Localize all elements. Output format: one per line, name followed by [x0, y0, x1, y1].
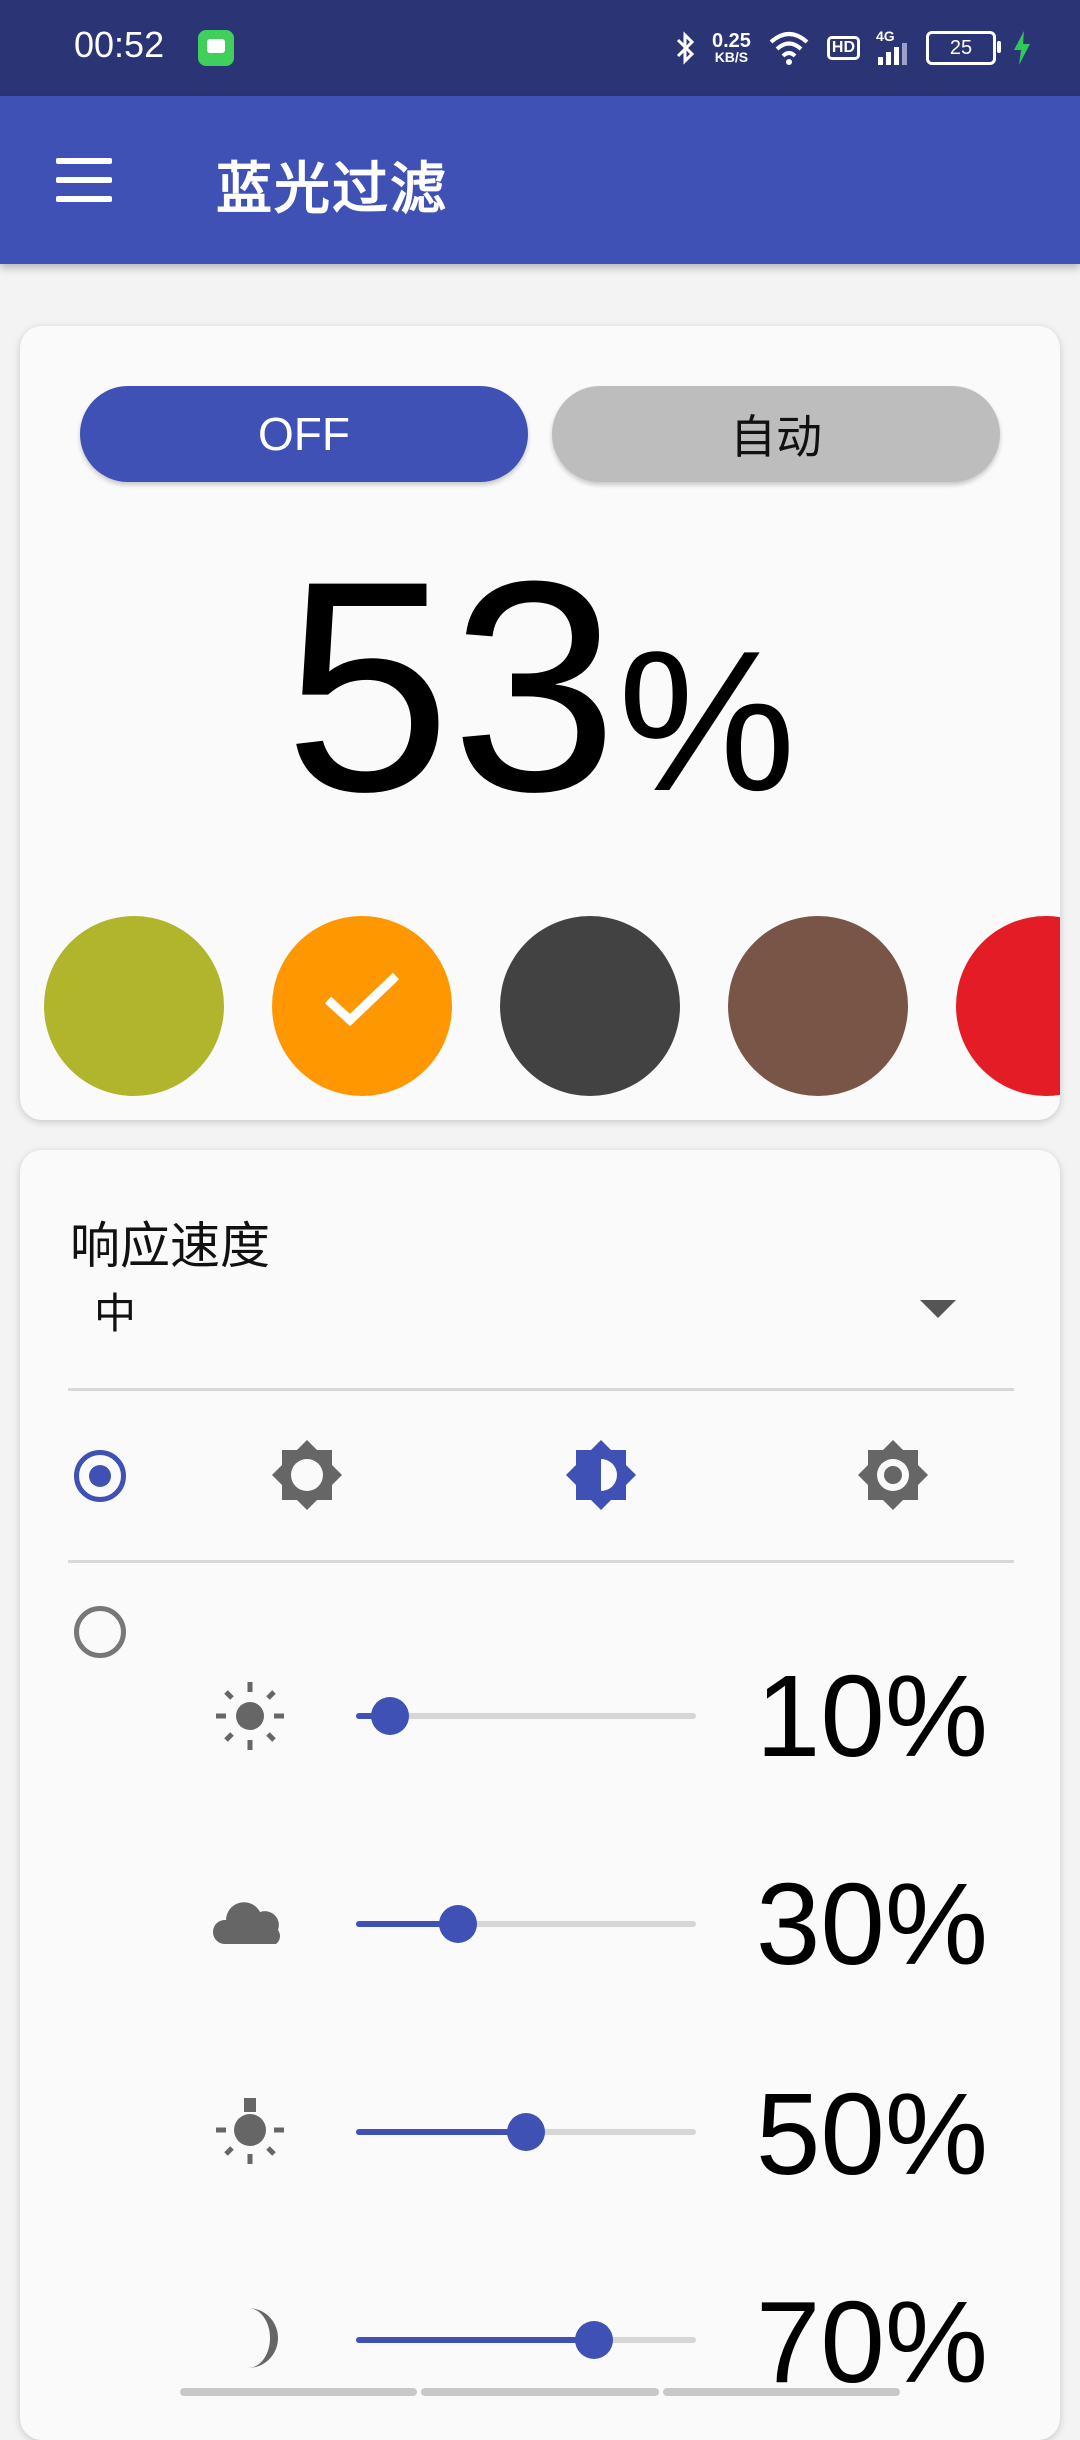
color-swatch-1[interactable] [44, 916, 224, 1096]
net-speed-unit: KB/S [714, 49, 749, 65]
brightness-medium-icon[interactable] [566, 1440, 636, 1510]
chevron-down-icon[interactable] [920, 1300, 956, 1318]
network-type: 4G [876, 28, 895, 44]
signal-indicator: 4G [876, 29, 910, 67]
battery-indicator: 25 [926, 31, 1001, 65]
intensity-value: 53 [284, 518, 618, 854]
slider-fill [356, 2129, 526, 2135]
lamp-icon [216, 2098, 284, 2164]
sun-value: 10% [755, 1651, 988, 1781]
bluetooth-icon [676, 31, 695, 65]
status-icons: 0.25 KB/S HD 4G 25 [674, 22, 1032, 74]
moon-value: 70% [755, 2277, 988, 2407]
cloud-value: 30% [755, 1859, 988, 1989]
slider-thumb[interactable] [371, 1697, 409, 1735]
battery-level: 25 [949, 36, 973, 59]
page-title: 蓝光过滤 [216, 157, 448, 222]
sun-slider[interactable] [356, 1697, 696, 1735]
hd-badge: HD [826, 36, 860, 60]
color-swatch-3[interactable] [500, 916, 680, 1096]
color-swatch-4[interactable] [728, 916, 908, 1096]
intensity-display: 53% [20, 536, 1060, 836]
menu-icon[interactable] [56, 158, 112, 202]
net-speed: 0.25 KB/S [711, 30, 751, 65]
divider [68, 1560, 1014, 1563]
response-speed-select[interactable]: 中 [94, 1280, 136, 1341]
sun-icon [216, 1682, 284, 1750]
slider-thumb[interactable] [575, 2321, 613, 2359]
response-speed-label: 响应速度 [70, 1217, 270, 1275]
cloud-slider[interactable] [356, 1905, 696, 1943]
lamp-value: 50% [755, 2069, 988, 2199]
slider-thumb[interactable] [439, 1905, 477, 1943]
mode-radio-selected[interactable] [74, 1450, 126, 1502]
brightness-high-icon[interactable] [858, 1440, 928, 1510]
status-time: 00:52 [74, 24, 165, 65]
divider [68, 1388, 1014, 1391]
message-app-icon [198, 30, 234, 66]
status-bar: 00:52 0.25 KB/S HD 4G 25 [0, 0, 1080, 96]
lamp-slider[interactable] [356, 2113, 696, 2151]
off-button[interactable]: OFF [80, 386, 528, 482]
slider-thumb[interactable] [507, 2113, 545, 2151]
signal-bars-icon [878, 43, 907, 65]
slider-fill [356, 2337, 594, 2343]
wifi-icon [769, 32, 809, 65]
net-speed-value: 0.25 [711, 30, 751, 52]
schedule-radio[interactable] [74, 1606, 126, 1658]
app-bar: 蓝光过滤 [0, 96, 1080, 264]
filter-card: OFF 自动 53% [20, 326, 1060, 1120]
color-swatch-5[interactable] [956, 916, 1060, 1096]
brightness-low-icon[interactable] [272, 1440, 342, 1510]
navigation-handle [180, 2388, 900, 2396]
intensity-unit: % [617, 610, 796, 833]
charging-icon [1014, 31, 1030, 65]
moon-slider[interactable] [356, 2321, 696, 2359]
cloud-icon [212, 1902, 280, 1944]
check-icon [324, 972, 400, 1027]
auto-button[interactable]: 自动 [552, 386, 1000, 482]
color-swatch-2[interactable] [272, 916, 452, 1096]
settings-card: 响应速度 中 10% 30% 50% 70% [20, 1150, 1060, 2440]
moon-icon [248, 2308, 278, 2368]
